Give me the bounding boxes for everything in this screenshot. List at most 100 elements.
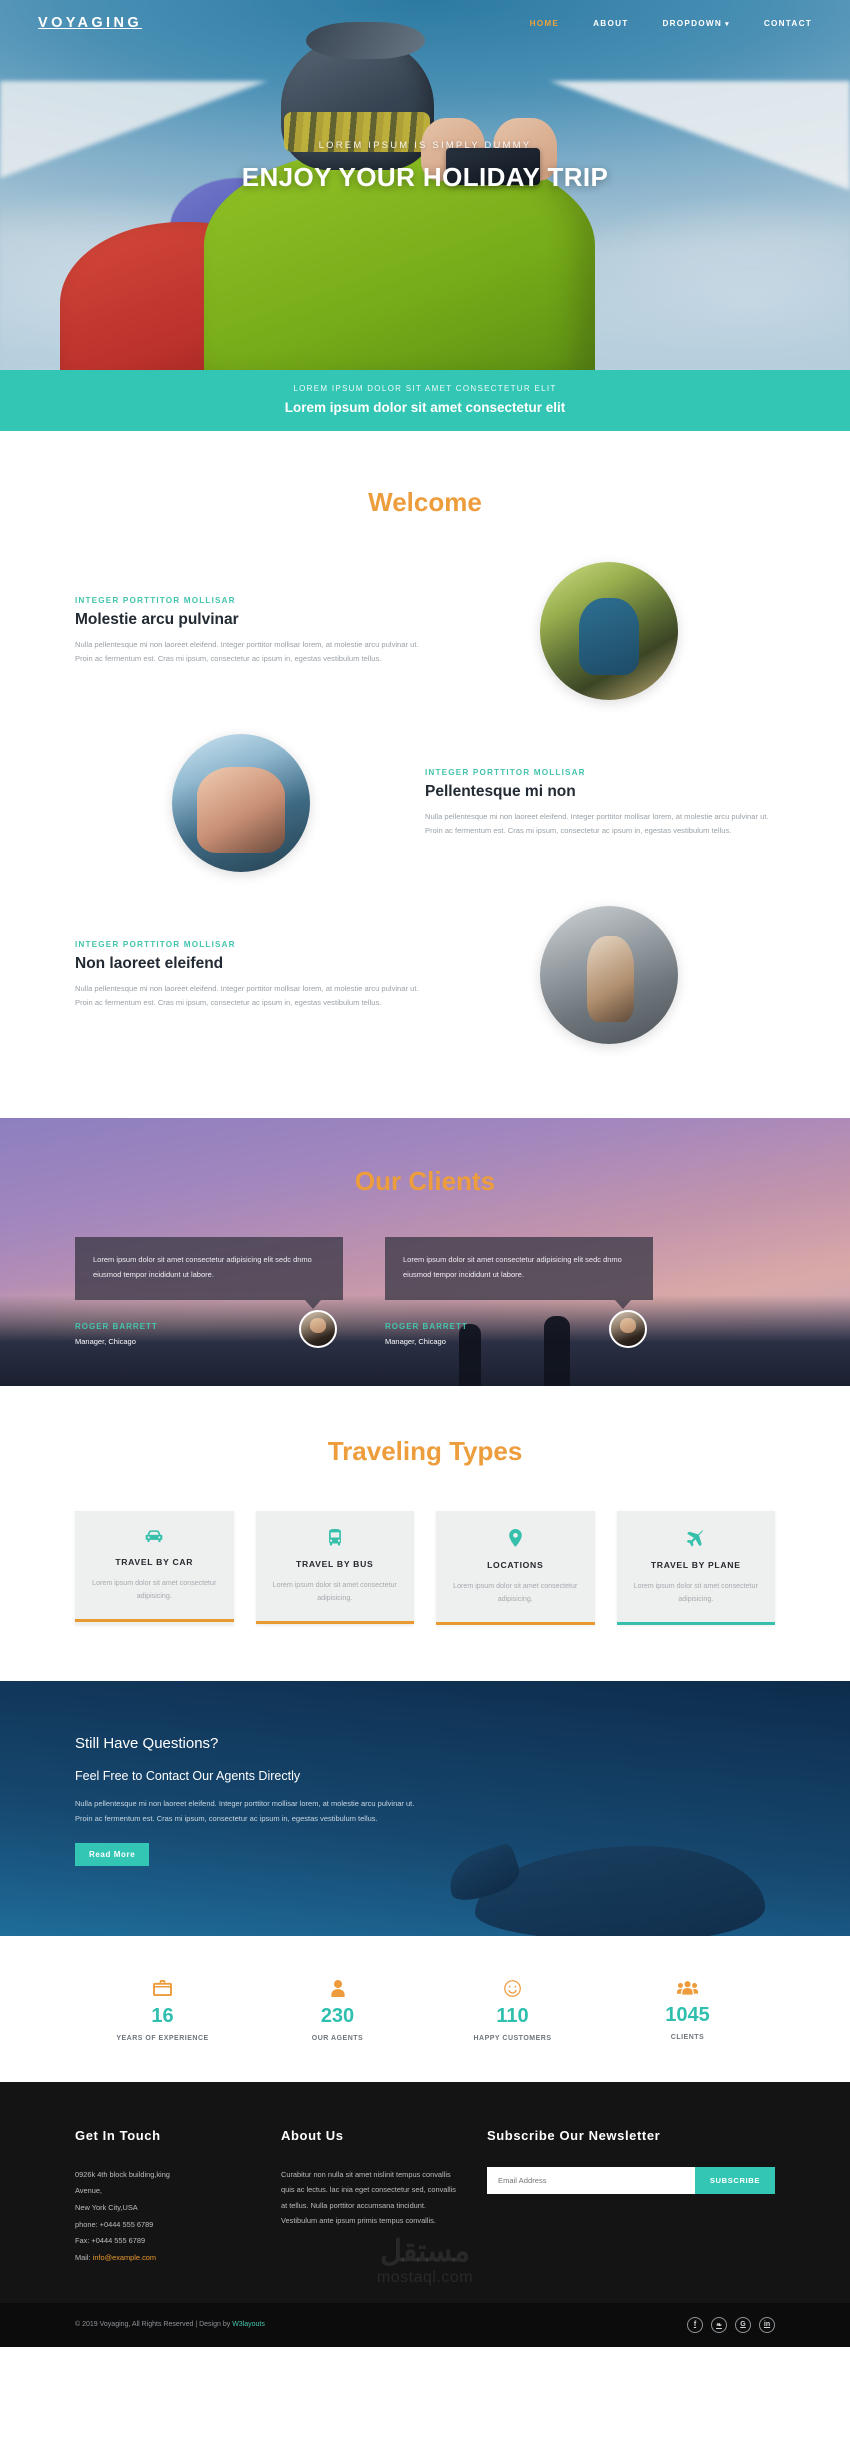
type-card-locations[interactable]: LOCATIONS Lorem ipsum dolor sit amet con… (436, 1511, 595, 1626)
type-card-bar (75, 1619, 234, 1623)
footer-fax: Fax: +0444 555 6789 (75, 2236, 146, 2246)
type-card-bar (255, 1621, 414, 1625)
copyright-bar: © 2019 Voyaging, All Rights Reserved | D… (0, 2302, 850, 2347)
facebook-icon[interactable]: f (687, 2316, 703, 2333)
footer-about-heading: About Us (281, 2127, 344, 2143)
questions-subheading: Feel Free to Contact Our Agents Directly (75, 1769, 301, 1784)
type-card-plane[interactable]: TRAVEL BY PLANE Lorem ipsum dolor sit am… (616, 1511, 775, 1626)
email-field[interactable] (487, 2166, 695, 2194)
welcome-circle-image-3 (540, 906, 678, 1044)
copyright-inner: © 2019 Voyaging, All Rights Reserved | D… (75, 2316, 775, 2333)
footer-about-body: Curabitur non nulla sit amet nislinit te… (281, 2169, 457, 2226)
copyright-text: © 2019 Voyaging, All Rights Reserved | D… (75, 2321, 265, 2328)
linkedin-icon[interactable]: in (759, 2316, 775, 2333)
welcome-body-1: Nulla pellentesque mi non laoreet eleife… (75, 639, 419, 663)
stat-years-of-experience: 16 YEARS OF EXPERIENCE (75, 1979, 250, 2042)
footer-address-line-2: Avenue, (75, 2186, 102, 2196)
hero-title: ENJOY YOUR HOLIDAY TRIP (241, 162, 609, 192)
footer-address-line-3: New York City,USA (75, 2203, 138, 2213)
stat-clients: 1045 CLIENTS (600, 1980, 775, 2042)
stat-happy-customers: 110 HAPPY CUSTOMERS (425, 1979, 600, 2042)
testimonial-meta: ROGER BARRETT Manager, Chicago (385, 1310, 653, 1349)
welcome-image-wrap-3 (459, 906, 759, 1044)
welcome-section: Welcome INTEGER PORTTITOR MOLLISAR Moles… (0, 431, 850, 1118)
welcome-kicker-3: INTEGER PORTTITOR MOLLISAR (75, 939, 236, 949)
footer-address-line-1: 0926k 4th block building,king (75, 2169, 170, 2179)
nav-link-dropdown-label: DROPDOWN (662, 18, 723, 28)
hero-text-block: LOREM IPSUM IS SIMPLY DUMMY ENJOY YOUR H… (0, 140, 850, 193)
user-icon (250, 1979, 425, 1997)
twitter-icon[interactable]: ❧ (711, 2316, 727, 2333)
google-plus-icon[interactable]: G (735, 2316, 751, 2333)
read-more-button[interactable]: Read More (75, 1842, 150, 1866)
traveling-types-section: Traveling Types TRAVEL BY CAR Lorem ipsu… (0, 1386, 850, 1682)
footer-mail-label: Mail: (75, 2253, 91, 2262)
smiley-icon (425, 1979, 600, 1997)
footer-about-column: About Us Curabitur non nulla sit amet ni… (281, 2128, 461, 2267)
brand-logo[interactable]: VOYAGING (38, 15, 142, 31)
stat-our-agents: 230 OUR AGENTS (250, 1979, 425, 2042)
footer-contact-heading: Get In Touch (75, 2127, 161, 2143)
bus-icon (270, 1529, 401, 1546)
welcome-heading-3: Non laoreet eleifend (75, 954, 224, 972)
type-card-body: Lorem ipsum dolor sit amet consectetur a… (633, 1582, 758, 1604)
welcome-image-wrap-1 (459, 562, 759, 700)
car-icon (89, 1529, 220, 1544)
type-card-title: TRAVEL BY PLANE (650, 1560, 741, 1571)
type-card-bus[interactable]: TRAVEL BY BUS Lorem ipsum dolor sit amet… (255, 1511, 414, 1626)
designer-link[interactable]: W3layouts (232, 2321, 265, 2328)
plane-icon (631, 1529, 762, 1547)
welcome-body-3: Nulla pellentesque mi non laoreet eleife… (75, 983, 419, 1007)
questions-content: Still Have Questions? Feel Free to Conta… (75, 1735, 775, 1866)
social-links: f ❧ G in (687, 2316, 775, 2333)
avatar (609, 1310, 647, 1349)
top-navigation: VOYAGING HOME ABOUT DROPDOWN ▾ CONTACT (0, 0, 850, 46)
clients-title: Our Clients (354, 1166, 496, 1196)
teal-banner: LOREM IPSUM DOLOR SIT AMET CONSECTETUR E… (0, 370, 850, 431)
type-card-body: Lorem ipsum dolor sit amet consectetur a… (272, 1581, 397, 1603)
stat-label: HAPPY CUSTOMERS (473, 2034, 552, 2042)
type-card-bar (616, 1622, 775, 1626)
type-card-body: Lorem ipsum dolor sit amet consectetur a… (453, 1582, 578, 1604)
welcome-kicker-1: INTEGER PORTTITOR MOLLISAR (75, 595, 236, 605)
questions-section: Still Have Questions? Feel Free to Conta… (0, 1681, 850, 1936)
stat-value: 1045 (665, 2003, 710, 2026)
group-icon (600, 1980, 775, 1996)
nav-links: HOME ABOUT DROPDOWN ▾ CONTACT (530, 19, 812, 28)
stat-label: OUR AGENTS (311, 2034, 364, 2042)
welcome-row-3: INTEGER PORTTITOR MOLLISAR Non laoreet e… (75, 906, 775, 1044)
footer-newsletter-heading: Subscribe Our Newsletter (487, 2127, 661, 2143)
banner-small-text: LOREM IPSUM DOLOR SIT AMET CONSECTETUR E… (293, 384, 557, 393)
welcome-row-2: INTEGER PORTTITOR MOLLISAR Pellentesque … (75, 734, 775, 872)
questions-heading: Still Have Questions? (75, 1735, 219, 1753)
stat-value: 110 (496, 2004, 529, 2027)
traveling-types-cards: TRAVEL BY CAR Lorem ipsum dolor sit amet… (75, 1511, 775, 1626)
hero-subtitle: LOREM IPSUM IS SIMPLY DUMMY (318, 140, 532, 151)
footer-phone: phone: +0444 555 6789 (75, 2219, 154, 2229)
testimonial-quote: Lorem ipsum dolor sit amet consectetur a… (75, 1237, 343, 1310)
type-card-title: TRAVEL BY CAR (115, 1557, 194, 1568)
stat-label: CLIENTS (670, 2033, 705, 2041)
welcome-text-3: INTEGER PORTTITOR MOLLISAR Non laoreet e… (75, 940, 425, 1010)
testimonial-list: Lorem ipsum dolor sit amet consectetur a… (75, 1237, 775, 1349)
stat-label: YEARS OF EXPERIENCE (116, 2034, 209, 2042)
footer-mail-link[interactable]: info@example.com (93, 2253, 156, 2262)
subscribe-button[interactable]: SUBSCRIBE (694, 2166, 775, 2194)
nav-link-contact[interactable]: CONTACT (764, 19, 812, 28)
nav-link-home[interactable]: HOME (530, 19, 560, 28)
welcome-text-2: INTEGER PORTTITOR MOLLISAR Pellentesque … (425, 768, 775, 838)
type-card-title: LOCATIONS (487, 1560, 544, 1571)
watermark-domain: mostaql.com (376, 2268, 474, 2286)
welcome-text-1: INTEGER PORTTITOR MOLLISAR Molestie arcu… (75, 596, 425, 666)
questions-body: Nulla pellentesque mi non laoreet eleife… (75, 1799, 415, 1824)
stats-section: 16 YEARS OF EXPERIENCE 230 OUR AGENTS 11… (0, 1935, 850, 2082)
welcome-row-1: INTEGER PORTTITOR MOLLISAR Molestie arcu… (75, 562, 775, 700)
nav-link-dropdown[interactable]: DROPDOWN ▾ (662, 19, 729, 28)
welcome-circle-image-1 (540, 562, 678, 700)
stat-value: 16 (151, 2004, 174, 2027)
stat-value: 230 (320, 2004, 355, 2027)
type-card-car[interactable]: TRAVEL BY CAR Lorem ipsum dolor sit amet… (75, 1511, 234, 1626)
nav-link-about[interactable]: ABOUT (593, 19, 628, 28)
copyright-label: © 2019 Voyaging, All Rights Reserved | D… (75, 2321, 233, 2329)
footer-mail-row: Mail: info@example.com (75, 2250, 255, 2267)
